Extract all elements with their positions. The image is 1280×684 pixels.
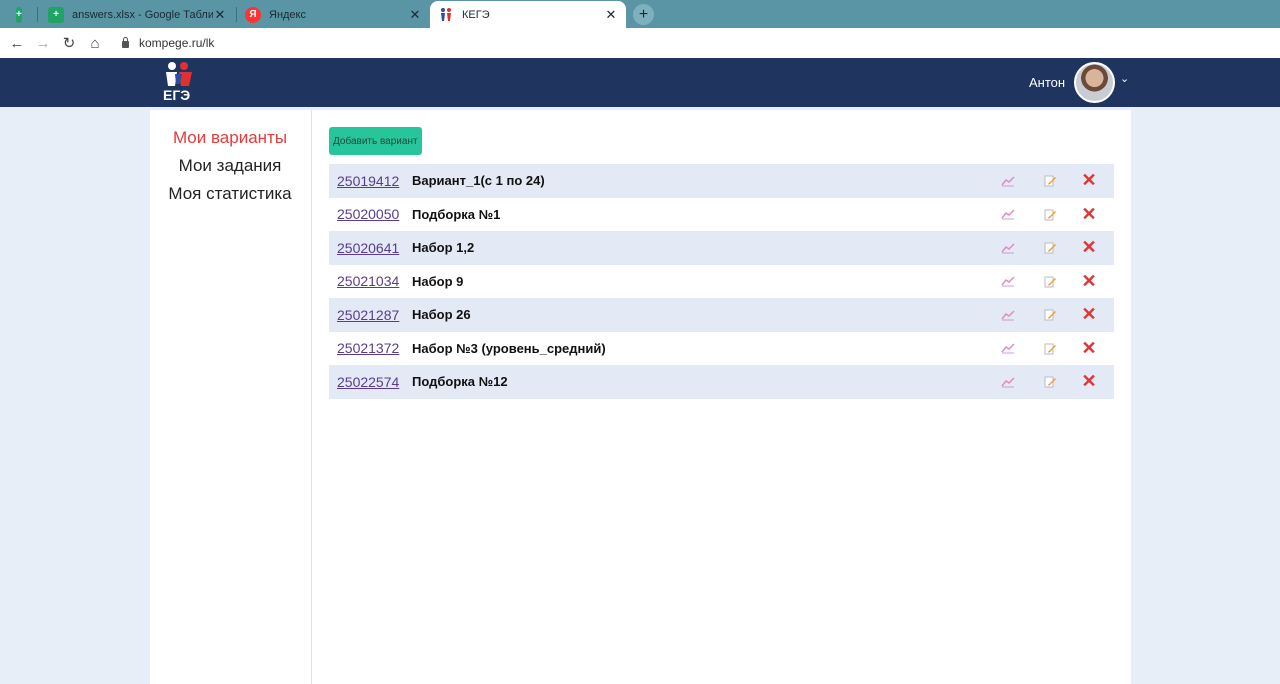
browser-tab-strip: + + answers.xlsx - Google Таблицы ✕ Я Ян… xyxy=(0,0,1280,28)
tab-answers-sheet[interactable]: + answers.xlsx - Google Таблицы ✕ xyxy=(40,1,235,28)
delete-icon[interactable]: ✕ xyxy=(1081,338,1096,358)
table-row: 25020641 Набор 1,2 ✕ xyxy=(329,231,1114,265)
chart-icon[interactable] xyxy=(1001,274,1015,288)
sidebar-item-my-stats[interactable]: Моя статистика xyxy=(150,184,310,204)
green-sheet-icon: + xyxy=(48,6,64,23)
edit-icon[interactable] xyxy=(1043,174,1057,188)
edit-icon[interactable] xyxy=(1043,341,1057,355)
forward-arrow-icon[interactable]: → xyxy=(30,35,56,52)
tab-title: КЕГЭ xyxy=(462,8,490,21)
add-variant-button[interactable]: Добавить вариант xyxy=(329,127,422,155)
yandex-icon: Я xyxy=(245,6,261,23)
variant-id-link[interactable]: 25021034 xyxy=(337,273,399,289)
avatar[interactable] xyxy=(1074,62,1115,103)
delete-icon[interactable]: ✕ xyxy=(1081,170,1096,190)
variant-id-link[interactable]: 25022574 xyxy=(337,374,399,390)
chart-icon[interactable] xyxy=(1001,207,1015,221)
variant-id-link[interactable]: 25020050 xyxy=(337,206,399,222)
edit-icon[interactable] xyxy=(1043,375,1057,389)
table-row: 25019412 Вариант_1(с 1 по 24) ✕ xyxy=(329,164,1114,198)
user-name[interactable]: Антон xyxy=(1029,75,1065,90)
green-sheet-icon: + xyxy=(16,6,22,23)
delete-icon[interactable]: ✕ xyxy=(1081,304,1096,324)
new-tab-button[interactable]: + xyxy=(633,4,654,25)
delete-icon[interactable]: ✕ xyxy=(1081,204,1096,224)
variant-name: Набор №3 (уровень_средний) xyxy=(412,340,606,356)
chart-icon[interactable] xyxy=(1001,174,1015,188)
lock-icon xyxy=(122,37,129,48)
tab-close-icon[interactable]: ✕ xyxy=(604,7,618,23)
browser-toolbar: ← → ↻ ⌂ kompege.ru/lk xyxy=(0,28,1280,58)
variant-name: Набор 1,2 xyxy=(412,240,475,256)
edit-icon[interactable] xyxy=(1043,207,1057,221)
variant-id-link[interactable]: 25020641 xyxy=(337,240,399,256)
variant-id-link[interactable]: 25021372 xyxy=(337,340,399,356)
variant-name: Подборка №12 xyxy=(412,374,508,390)
tab-separator xyxy=(37,7,38,22)
back-arrow-icon[interactable]: ← xyxy=(4,35,30,52)
logo-text: ЕГЭ xyxy=(163,87,191,103)
edit-icon[interactable] xyxy=(1043,274,1057,288)
delete-icon[interactable]: ✕ xyxy=(1081,271,1096,291)
tab-yandex[interactable]: Я Яндекс ✕ xyxy=(237,1,430,28)
delete-icon[interactable]: ✕ xyxy=(1081,371,1096,391)
sidebar: Мои варианты Мои задания Моя статистика xyxy=(150,110,312,684)
chart-icon[interactable] xyxy=(1001,375,1015,389)
variant-name: Набор 9 xyxy=(412,273,464,289)
sidebar-item-my-variants[interactable]: Мои варианты xyxy=(150,128,310,148)
reload-icon[interactable]: ↻ xyxy=(56,34,82,52)
home-icon[interactable]: ⌂ xyxy=(82,35,108,52)
variant-id-link[interactable]: 25021287 xyxy=(337,307,399,323)
kege-icon xyxy=(438,7,454,23)
edit-icon[interactable] xyxy=(1043,241,1057,255)
table-row: 25021287 Набор 26 ✕ xyxy=(329,298,1114,332)
variant-name: Набор 26 xyxy=(412,307,471,323)
edit-icon[interactable] xyxy=(1043,308,1057,322)
address-bar[interactable]: kompege.ru/lk xyxy=(122,36,214,50)
chart-icon[interactable] xyxy=(1001,341,1015,355)
table-row: 25021372 Набор №3 (уровень_средний) ✕ xyxy=(329,332,1114,366)
chart-icon[interactable] xyxy=(1001,308,1015,322)
table-row: 25022574 Подборка №12 ✕ xyxy=(329,365,1114,399)
chevron-down-icon[interactable]: ⌄ xyxy=(1120,72,1129,85)
tab-pinned-sheets[interactable]: + xyxy=(8,1,36,28)
table-row: 25020050 Подборка №1 ✕ xyxy=(329,198,1114,232)
variants-list: 25019412 Вариант_1(с 1 по 24) ✕ 25020050… xyxy=(329,164,1114,399)
tab-close-icon[interactable]: ✕ xyxy=(213,7,227,23)
sidebar-item-my-tasks[interactable]: Мои задания xyxy=(150,156,310,176)
main-panel: Мои варианты Мои задания Моя статистика … xyxy=(150,110,1131,684)
variant-name: Подборка №1 xyxy=(412,206,501,222)
tab-title: Яндекс xyxy=(269,8,306,21)
chart-icon[interactable] xyxy=(1001,241,1015,255)
url-text: kompege.ru/lk xyxy=(139,36,215,50)
tab-kege[interactable]: КЕГЭ ✕ xyxy=(430,1,626,28)
site-header: ЕГЭ Антон ⌄ xyxy=(0,58,1280,107)
tab-title: answers.xlsx - Google Таблицы xyxy=(72,8,213,21)
delete-icon[interactable]: ✕ xyxy=(1081,237,1096,257)
variant-name: Вариант_1(с 1 по 24) xyxy=(412,173,545,189)
table-row: 25021034 Набор 9 ✕ xyxy=(329,265,1114,299)
tab-close-icon[interactable]: ✕ xyxy=(408,7,422,23)
variant-id-link[interactable]: 25019412 xyxy=(337,173,399,189)
